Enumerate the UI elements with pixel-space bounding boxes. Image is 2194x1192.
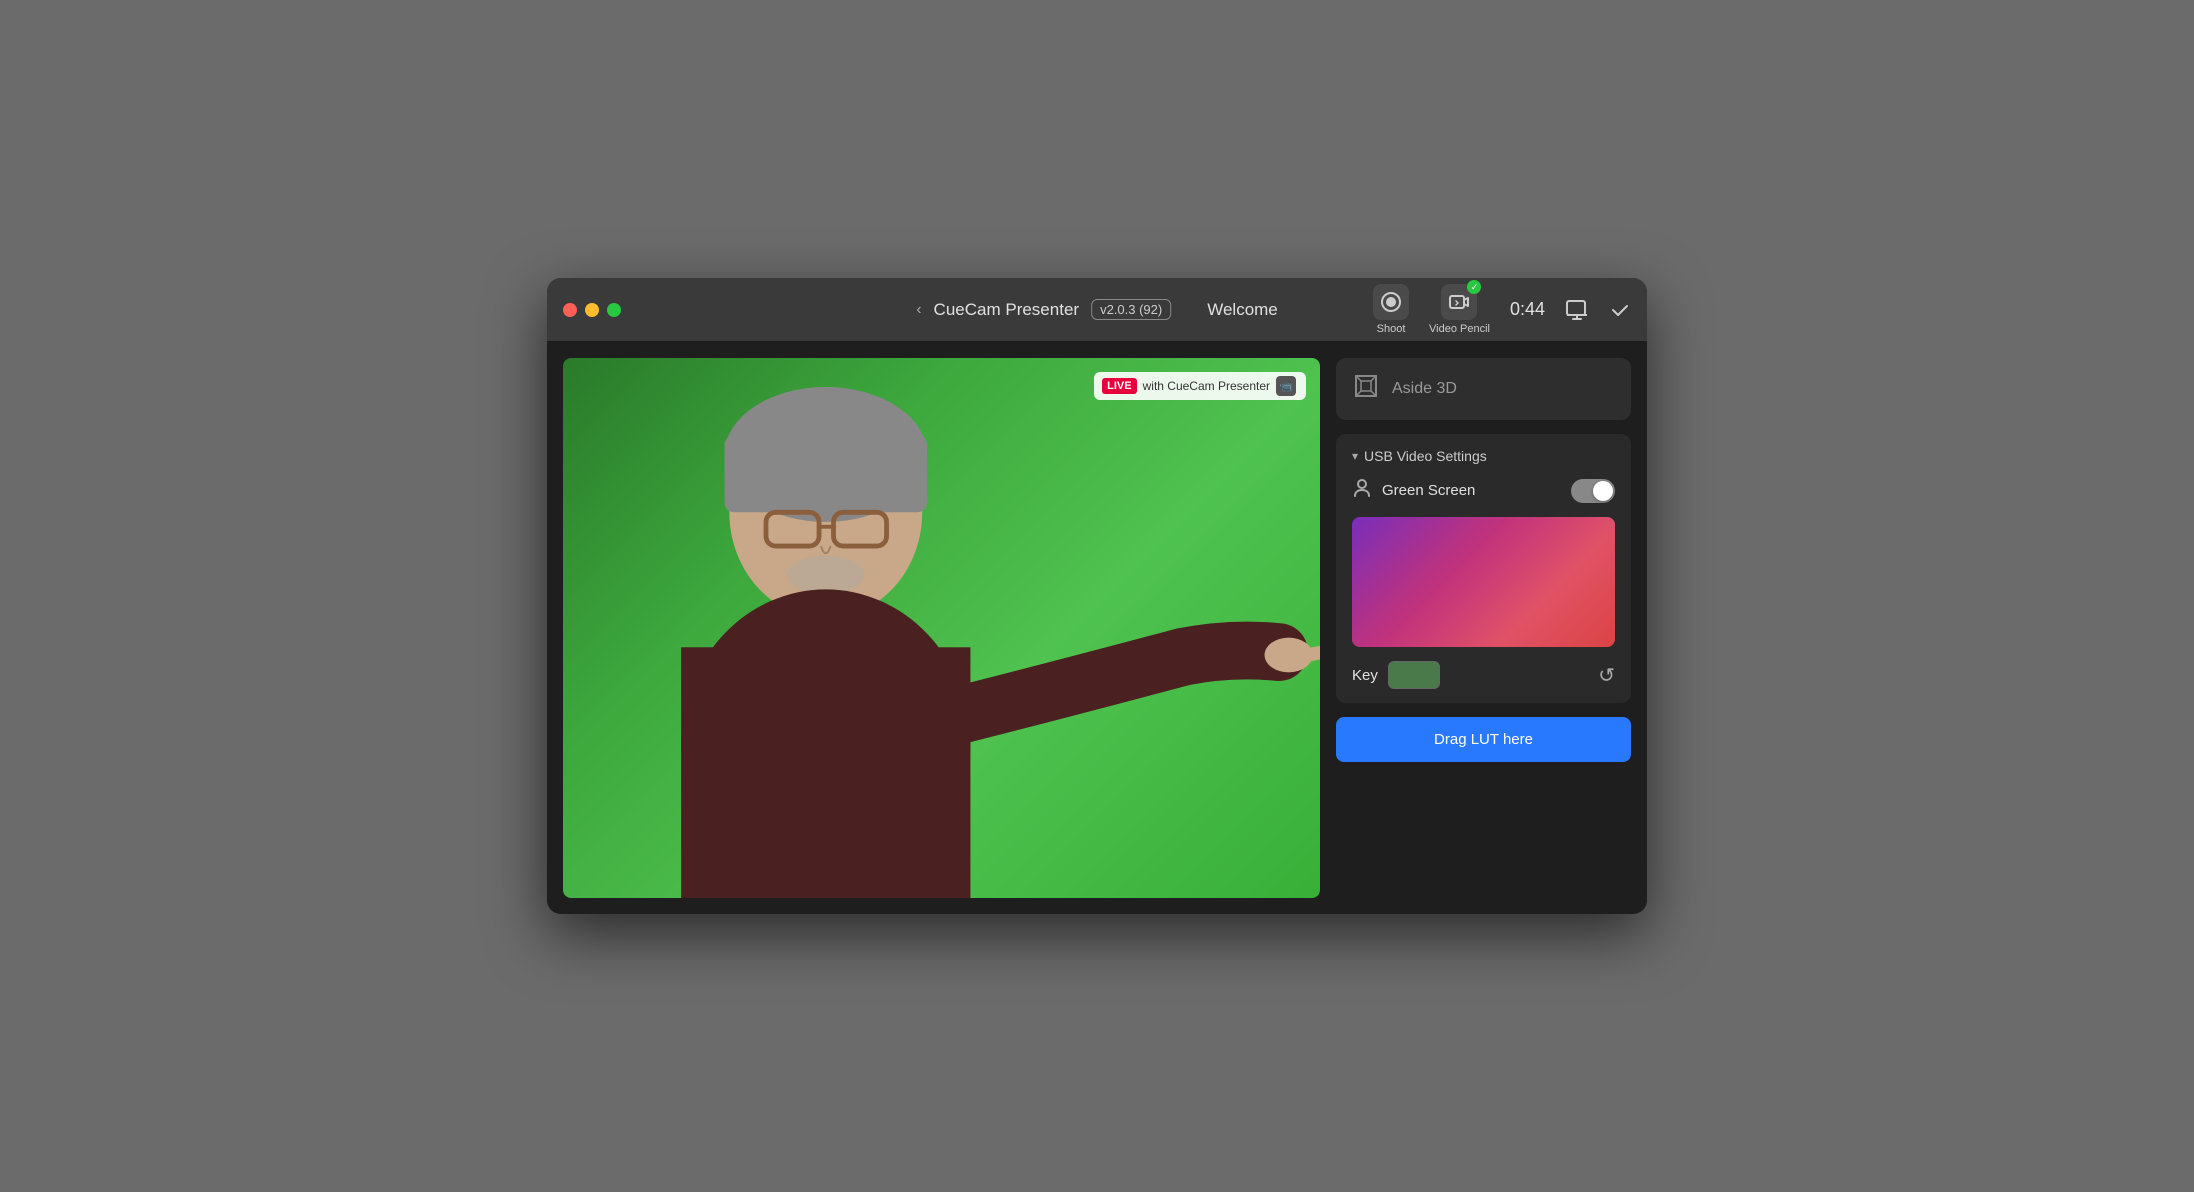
check-badge: ✓ xyxy=(1467,280,1481,294)
sidebar: Aside 3D ▾ USB Video Settings xyxy=(1336,358,1631,898)
color-picker[interactable] xyxy=(1352,517,1615,647)
aside-3d-box[interactable]: Aside 3D xyxy=(1336,358,1631,420)
timer-display: 0:44 xyxy=(1510,299,1545,320)
traffic-lights xyxy=(563,303,621,317)
reset-icon[interactable]: ↺ xyxy=(1598,663,1615,688)
window-title: Welcome xyxy=(1207,300,1278,320)
shoot-button[interactable]: Shoot xyxy=(1373,284,1409,335)
screen-record-button[interactable] xyxy=(1565,298,1589,322)
video-placeholder: LIVE with CueCam Presenter 📹 xyxy=(563,358,1320,898)
green-screen-row: Green Screen xyxy=(1352,478,1615,503)
aside-icon xyxy=(1352,372,1380,406)
shoot-label: Shoot xyxy=(1377,323,1406,335)
usb-settings-label: USB Video Settings xyxy=(1364,448,1487,464)
usb-settings-section: ▾ USB Video Settings Green Screen xyxy=(1336,434,1631,703)
content-area: LIVE with CueCam Presenter 📹 xyxy=(547,342,1647,914)
version-badge: v2.0.3 (92) xyxy=(1091,299,1171,320)
fullscreen-button[interactable] xyxy=(607,303,621,317)
video-pencil-button[interactable]: ✓ Video Pencil xyxy=(1429,284,1490,335)
live-indicator: LIVE xyxy=(1102,378,1136,394)
video-pencil-icon: ✓ xyxy=(1441,284,1477,320)
confirm-button[interactable] xyxy=(1609,299,1631,321)
person-overlay xyxy=(563,358,1320,898)
key-color-swatch[interactable] xyxy=(1388,661,1440,689)
video-panel: LIVE with CueCam Presenter 📹 xyxy=(563,358,1320,898)
app-title: CueCam Presenter xyxy=(934,300,1080,320)
live-with-text: with CueCam Presenter xyxy=(1143,379,1270,393)
close-button[interactable] xyxy=(563,303,577,317)
chevron-down-icon: ▾ xyxy=(1352,449,1358,463)
titlebar: ‹ CueCam Presenter v2.0.3 (92) Welcome S… xyxy=(547,278,1647,342)
key-label: Key xyxy=(1352,667,1378,684)
usb-settings-header[interactable]: ▾ USB Video Settings xyxy=(1352,448,1615,464)
person-icon xyxy=(1352,478,1372,503)
color-gradient xyxy=(1352,517,1615,647)
drag-lut-button[interactable]: Drag LUT here xyxy=(1336,717,1631,762)
titlebar-center: ‹ CueCam Presenter v2.0.3 (92) Welcome xyxy=(916,299,1278,320)
shoot-icon xyxy=(1373,284,1409,320)
minimize-button[interactable] xyxy=(585,303,599,317)
video-pencil-label: Video Pencil xyxy=(1429,323,1490,335)
back-button[interactable]: ‹ xyxy=(916,301,921,319)
key-row: Key ↺ xyxy=(1352,661,1615,689)
green-screen-toggle[interactable] xyxy=(1571,479,1615,503)
aside-label: Aside 3D xyxy=(1392,380,1457,398)
app-window: ‹ CueCam Presenter v2.0.3 (92) Welcome S… xyxy=(547,278,1647,914)
green-screen-label: Green Screen xyxy=(1382,482,1561,499)
live-app-icon: 📹 xyxy=(1276,376,1296,396)
titlebar-right: Shoot ✓ Video Pencil 0:44 xyxy=(1373,284,1631,335)
live-badge: LIVE with CueCam Presenter 📹 xyxy=(1094,372,1306,400)
